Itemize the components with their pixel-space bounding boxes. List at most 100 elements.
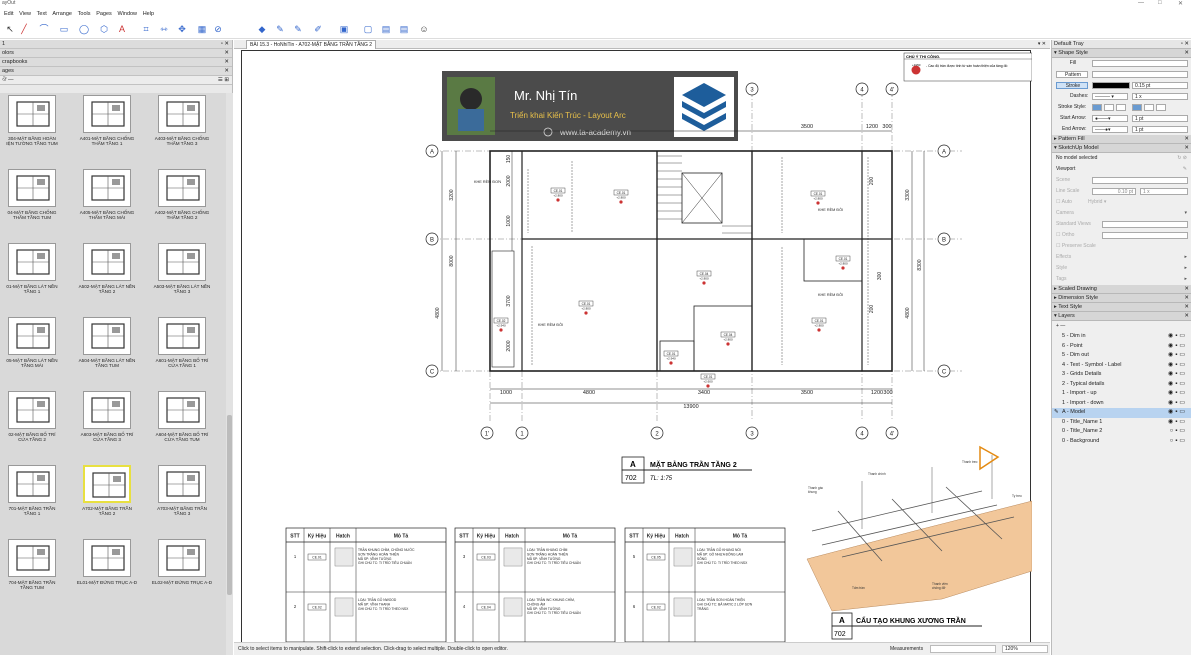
close-icon[interactable]: ✕ — [1184, 294, 1189, 303]
scene-select[interactable] — [1092, 177, 1188, 184]
layer-visibility-lock-icon[interactable]: ◉▪▭ — [1168, 361, 1187, 371]
tags-row[interactable]: Tags ▸ — [1052, 274, 1191, 285]
layer-visibility-lock-icon[interactable]: ◉▪▭ — [1168, 389, 1187, 399]
delete-page-icon[interactable]: ▤ — [398, 23, 410, 35]
layer-row[interactable]: 0 - Title_Name 1 ◉▪▭ — [1052, 418, 1191, 428]
eraser-icon[interactable]: ◆ — [256, 23, 268, 35]
document-tab[interactable]: BÀI 15.3 - HoNhiTin - A702-MẶT BẰNG TRẦN… — [246, 40, 377, 49]
close-icon[interactable]: ✕ — [1184, 135, 1189, 144]
layer-visibility-lock-icon[interactable]: ○▪▭ — [1170, 437, 1187, 447]
account-icon[interactable]: ☺ — [418, 23, 430, 35]
add-remove-layer-icon[interactable]: + — — [1056, 323, 1065, 329]
effects-row[interactable]: Effects ▸ — [1052, 252, 1191, 263]
ortho-scale-select[interactable] — [1102, 232, 1188, 239]
layer-visibility-lock-icon[interactable]: ○▪▭ — [1170, 427, 1187, 437]
page-thumbnail[interactable]: 02-MẶT BẰNG BỐ TRÍ CỬA TẦNG 2 — [2, 391, 62, 459]
menu-tools[interactable]: Tools — [78, 9, 91, 19]
page-thumbnail[interactable]: EL02-MẶT ĐỨNG TRỤC A-D — [152, 539, 212, 607]
page-thumbnail[interactable]: 304-MẶT BẰNG HOÀN IỆN TƯỜNG TẦNG TUM — [2, 95, 62, 163]
close-icon[interactable]: ✕ — [1184, 49, 1189, 58]
dimension-tool-icon[interactable]: ⇿ — [158, 23, 170, 35]
close-button[interactable]: ✕ — [1178, 0, 1183, 7]
page-thumbnail[interactable]: 704-MẶT BẰNG TRẦN TẦNG TUM — [2, 539, 62, 607]
page-controls-icon[interactable]: ঔ — — [2, 77, 14, 83]
page-thumbnail[interactable]: A401-MẶT BẰNG CHỐNG THẤM TẦNG 1 — [77, 95, 137, 163]
text-style-header[interactable]: ▸ Text Style ✕ — [1052, 303, 1191, 312]
tray-pin-icon[interactable]: ▫ ✕ — [221, 40, 229, 49]
paint-bucket-icon[interactable]: ✎ — [274, 23, 286, 35]
layer-row[interactable]: ✎ A - Model ◉▪▭ — [1052, 408, 1191, 418]
layer-row[interactable]: 3 - Grids Details ◉▪▭ — [1052, 370, 1191, 380]
close-icon[interactable]: ✕ — [1184, 285, 1189, 294]
preserve-scale-checkbox[interactable]: Preserve Scale — [1062, 243, 1096, 249]
page-thumbnail[interactable]: A603-MẶT BẰNG BỐ TRÍ CỬA TẦNG 3 — [77, 391, 137, 459]
scroll-thumb[interactable] — [227, 415, 232, 595]
layout-page[interactable]: Mr. Nhị Tín Triển khai Kiến Trúc - Layou… — [241, 50, 1032, 648]
close-icon[interactable]: ✕ — [1184, 303, 1189, 312]
page-thumbnail[interactable]: 701-MẶT BẰNG TRẦN TẦNG 1 — [2, 465, 62, 533]
page-thumbnail[interactable]: 05-MẶT BẰNG LÁT NỀN TẦNG MÁI — [2, 317, 62, 385]
menu-arrange[interactable]: Arrange — [52, 9, 72, 19]
layer-row[interactable]: 4 - Text - Symbol - Label ◉▪▭ — [1052, 361, 1191, 371]
text-tool-icon[interactable]: A — [116, 23, 128, 35]
shape-style-header[interactable]: ▾ Shape Style ✕ — [1052, 49, 1191, 58]
join-style-icon[interactable] — [1144, 104, 1154, 111]
page-thumbnail[interactable]: A502-MẶT BẰNG LÁT NỀN TẦNG 2 — [77, 243, 137, 311]
fill-label[interactable]: Fill — [1056, 60, 1088, 67]
page-thumbnail[interactable]: 01-MẶT BẰNG LÁT NỀN TẦNG 1 — [2, 243, 62, 311]
layer-row[interactable]: 6 - Point ◉▪▭ — [1052, 342, 1191, 352]
dashes-select[interactable]: ——— ▾ — [1092, 93, 1128, 100]
layer-visibility-lock-icon[interactable]: ◉▪▭ — [1168, 408, 1187, 418]
page-thumbnail[interactable]: A402-MẶT BẰNG CHỐNG THẤM TẦNG 2 — [152, 169, 212, 237]
scaled-drawing-header[interactable]: ▸ Scaled Drawing ✕ — [1052, 285, 1191, 294]
pattern-fill-header[interactable]: ▸ Pattern Fill ✕ — [1052, 135, 1191, 144]
std-views-select[interactable] — [1102, 221, 1188, 228]
menu-pages[interactable]: Pages — [96, 9, 112, 19]
layer-visibility-lock-icon[interactable]: ◉▪▭ — [1168, 351, 1187, 361]
style-row[interactable]: Style ▸ — [1052, 263, 1191, 274]
start-arrow-select[interactable]: ●——▾ — [1092, 115, 1128, 122]
dimension-style-header[interactable]: ▸ Dimension Style ✕ — [1052, 294, 1191, 303]
layer-row[interactable]: 2 - Typical details ◉▪▭ — [1052, 380, 1191, 390]
zoom-field[interactable]: 120% — [1002, 645, 1048, 653]
line-scale-mult[interactable]: 1 x — [1140, 188, 1188, 195]
table-tool-icon[interactable]: ▦ — [196, 23, 208, 35]
panel-scrapbooks[interactable]: crapbooks ✕ — [0, 58, 232, 67]
pin-icon[interactable]: ▫ ✕ — [1181, 40, 1189, 49]
line-tool-icon[interactable]: ╱ — [18, 23, 30, 35]
start-arrow-size[interactable]: 1 pt — [1132, 115, 1188, 122]
polygon-tool-icon[interactable]: ⬡ — [98, 23, 110, 35]
style-tool-icon[interactable]: ✎ — [292, 23, 304, 35]
hatch-tool-icon[interactable]: ⊘ — [212, 23, 224, 35]
page-thumbnail[interactable]: 04-MẶT BẰNG CHỐNG THẤM TẦNG TUM — [2, 169, 62, 237]
refresh-icon[interactable]: ↻ ⊘ — [1177, 153, 1187, 164]
stroke-width-field[interactable]: 0.15 pt — [1132, 82, 1188, 89]
add-page-icon[interactable]: ▢ — [362, 23, 374, 35]
rectangle-tool-icon[interactable]: ▭ — [58, 23, 70, 35]
dash-scale-field[interactable]: 1 x — [1132, 93, 1188, 100]
layer-row[interactable]: 0 - Background ○▪▭ — [1052, 437, 1191, 447]
page-thumbnail[interactable]: A403-MẶT BẰNG CHỐNG THẤM TẦNG 3 — [152, 95, 212, 163]
layer-visibility-lock-icon[interactable]: ◉▪▭ — [1168, 370, 1187, 380]
stroke-swatch[interactable] — [1092, 82, 1130, 89]
panel-pages[interactable]: ages ✕ — [0, 67, 232, 76]
sketchup-model-header[interactable]: ▾ SketchUp Model ✕ — [1052, 144, 1191, 153]
menu-text[interactable]: Text — [37, 9, 47, 19]
duplicate-page-icon[interactable]: ▤ — [380, 23, 392, 35]
arc-tool-icon[interactable]: ⌒ — [38, 23, 50, 35]
menu-edit[interactable]: Edit — [4, 9, 13, 19]
fill-swatch[interactable] — [1092, 60, 1188, 67]
pattern-swatch[interactable] — [1092, 71, 1188, 78]
page-thumbnail[interactable]: A503-MẶT BẰNG LÁT NỀN TẦNG 3 — [152, 243, 212, 311]
layer-row[interactable]: 0 - Title_Name 2 ○▪▭ — [1052, 427, 1191, 437]
page-thumbnail[interactable]: A405-MẶT BẰNG CHỐNG THẤM TẦNG MÁI — [77, 169, 137, 237]
page-thumbnail[interactable]: A504-MẶT BẰNG LÁT NỀN TẦNG TUM — [77, 317, 137, 385]
pattern-button[interactable]: Pattern — [1056, 71, 1088, 78]
page-thumbnail[interactable]: A702-MẶT BẰNG TRẦN TẦNG 2 — [77, 465, 137, 533]
auto-checkbox[interactable]: ☐ Auto — [1056, 197, 1072, 208]
select-tool-icon[interactable]: ↖ — [4, 23, 16, 35]
measurements-field[interactable] — [930, 645, 996, 653]
panel-colors[interactable]: olors ✕ — [0, 49, 232, 58]
expand-icon[interactable]: ▾ — [1184, 208, 1187, 219]
view-mode-icon[interactable]: ☰ ⊞ — [218, 76, 229, 85]
